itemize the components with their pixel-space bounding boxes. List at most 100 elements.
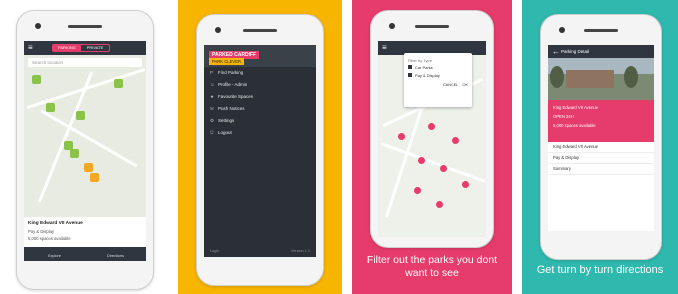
map-road bbox=[380, 142, 486, 183]
location-type: Pay & Display bbox=[28, 229, 55, 234]
camera-dot bbox=[35, 23, 41, 29]
drawer-item-label: Settings bbox=[218, 118, 235, 123]
drawer-item-label: Find Parking bbox=[218, 70, 244, 75]
parking-pin-orange[interactable] bbox=[84, 163, 93, 172]
camera-dot bbox=[215, 27, 221, 33]
parking-pin-pink[interactable] bbox=[414, 187, 421, 194]
option-label: Pay & Display bbox=[415, 73, 440, 78]
app-bar: ← Parking Detail bbox=[548, 45, 654, 58]
photo-tree bbox=[624, 66, 638, 88]
filter-option-car-parks[interactable]: Car Parks bbox=[408, 64, 468, 72]
location-title: King Edward VII Avenue bbox=[28, 221, 83, 226]
parking-pin-pink[interactable] bbox=[398, 133, 405, 140]
drawer-item-label: Push Notices bbox=[218, 106, 245, 111]
filter-option-pay-display[interactable]: Pay & Display bbox=[408, 72, 468, 80]
mail-icon: ✉ bbox=[210, 106, 214, 111]
phone-screen: PARKED CARDIFF PARK CLEVER P Find Parking… bbox=[204, 45, 316, 257]
parking-pin-orange[interactable] bbox=[90, 173, 99, 182]
parking-pin-pink[interactable] bbox=[452, 137, 459, 144]
filter-dialog: Filter by Type Car Parks Pay & Display C… bbox=[404, 53, 472, 107]
detail-row-summary: Summary bbox=[548, 164, 654, 175]
parking-pin-pink[interactable] bbox=[436, 201, 443, 208]
star-icon: ★ bbox=[210, 94, 215, 99]
speaker-grille bbox=[243, 29, 277, 32]
version-label: Version 1.1 bbox=[291, 249, 310, 253]
hamburger-menu-icon[interactable]: ≡ bbox=[382, 44, 387, 52]
phone-screen: ≡ Filter by Type Car Parks Pay & Display bbox=[378, 41, 486, 237]
drawer-item-label: Favourite Spaces bbox=[218, 94, 254, 99]
nav-directions[interactable]: Directions bbox=[85, 247, 146, 261]
drawer-item-find-parking[interactable]: P Find Parking bbox=[204, 67, 316, 79]
speaker-grille bbox=[68, 25, 102, 28]
detail-spaces: 5,000 spaces available bbox=[553, 123, 596, 128]
back-arrow-icon[interactable]: ← bbox=[552, 48, 560, 56]
phone-frame: PARKED CARDIFF PARK CLEVER P Find Parking… bbox=[196, 14, 324, 286]
drawer-item-profile[interactable]: ☺ Profile - Admin bbox=[204, 79, 316, 91]
caption-directions: Get turn by turn directions bbox=[536, 264, 664, 276]
drawer-footer: Login Version 1.1 bbox=[210, 249, 310, 253]
photo-building bbox=[566, 70, 614, 88]
caption-line: want to see bbox=[405, 267, 459, 279]
street-photo bbox=[548, 58, 654, 100]
parking-pin-pink[interactable] bbox=[418, 157, 425, 164]
location-info-card[interactable]: King Edward VII Avenue Pay & Display 5,0… bbox=[24, 217, 146, 247]
checkbox-icon[interactable] bbox=[408, 65, 412, 69]
screenshot-strip: ≡ PARKING PRIVATE Search location King E… bbox=[0, 0, 678, 294]
parking-pin-green[interactable] bbox=[114, 79, 123, 88]
tab-private[interactable]: PRIVATE bbox=[81, 45, 109, 51]
nav-explore[interactable]: Explore bbox=[24, 247, 85, 261]
drawer-item-logout[interactable]: ⎋ Logout bbox=[204, 127, 316, 139]
mode-toggle[interactable]: PARKING PRIVATE bbox=[52, 44, 110, 52]
drawer-item-favourites[interactable]: ★ Favourite Spaces bbox=[204, 91, 316, 103]
detail-summary: King Edward VII Avenue OPEN 24H 5,000 sp… bbox=[548, 100, 654, 142]
profile-icon: ☺ bbox=[210, 82, 215, 87]
search-input[interactable]: Search location bbox=[28, 58, 142, 67]
caption-line: Filter out the parks you dont bbox=[366, 254, 498, 266]
parking-pin-pink[interactable] bbox=[428, 123, 435, 130]
phone-frame: ≡ PARKING PRIVATE Search location King E… bbox=[16, 10, 154, 290]
panel-drawer: PARKED CARDIFF PARK CLEVER P Find Parking… bbox=[178, 0, 342, 294]
parking-pin-pink[interactable] bbox=[440, 165, 447, 172]
drawer-item-notices[interactable]: ✉ Push Notices bbox=[204, 103, 316, 115]
panel-filter: ≡ Filter by Type Car Parks Pay & Display bbox=[352, 0, 512, 294]
app-bar: ≡ PARKING PRIVATE bbox=[24, 41, 146, 55]
camera-dot bbox=[389, 23, 395, 29]
speaker-grille bbox=[415, 25, 449, 28]
camera-dot bbox=[559, 27, 565, 33]
detail-row-address[interactable]: King Edward VII Avenue bbox=[548, 142, 654, 153]
caption-filter: Filter out the parks you dont want to se… bbox=[352, 254, 512, 280]
parking-icon: P bbox=[210, 70, 214, 75]
phone-frame: ≡ Filter by Type Car Parks Pay & Display bbox=[370, 10, 494, 248]
speaker-grille bbox=[584, 29, 618, 32]
detail-name: King Edward VII Avenue bbox=[553, 105, 599, 110]
parking-pin-green[interactable] bbox=[46, 103, 55, 112]
page-title: Parking Detail bbox=[561, 49, 590, 54]
drawer-item-label: Logout bbox=[218, 130, 232, 135]
photo-tree bbox=[550, 66, 564, 88]
cancel-button[interactable]: CANCEL bbox=[443, 83, 458, 87]
panel-map: ≡ PARKING PRIVATE Search location King E… bbox=[0, 0, 168, 294]
checkbox-icon[interactable] bbox=[408, 73, 412, 77]
ok-button[interactable]: OK bbox=[463, 83, 469, 87]
filter-heading: Filter by Type bbox=[408, 58, 432, 63]
parking-pin-green[interactable] bbox=[32, 75, 41, 84]
phone-screen: ← Parking Detail King Edward VII Avenue … bbox=[548, 45, 654, 231]
parking-pin-green[interactable] bbox=[76, 111, 85, 120]
tab-parking[interactable]: PARKING bbox=[53, 45, 81, 51]
detail-hours: OPEN 24H bbox=[553, 114, 574, 119]
hamburger-menu-icon[interactable]: ≡ bbox=[28, 44, 33, 52]
map-area[interactable] bbox=[24, 67, 146, 217]
logout-icon: ⎋ bbox=[210, 130, 214, 135]
login-link[interactable]: Login bbox=[210, 249, 219, 253]
drawer-item-label: Profile - Admin bbox=[218, 82, 248, 87]
phone-screen: ≡ PARKING PRIVATE Search location King E… bbox=[24, 41, 146, 261]
parking-pin-green[interactable] bbox=[70, 149, 79, 158]
gear-icon: ⚙ bbox=[210, 118, 215, 123]
detail-row-type: Pay & Display bbox=[548, 153, 654, 164]
panel-detail: ← Parking Detail King Edward VII Avenue … bbox=[522, 0, 678, 294]
brand-tagline: PARK CLEVER bbox=[209, 58, 245, 65]
bottom-nav: Explore Directions bbox=[24, 247, 146, 261]
parking-pin-pink[interactable] bbox=[462, 181, 469, 188]
drawer-item-settings[interactable]: ⚙ Settings bbox=[204, 115, 316, 127]
option-label: Car Parks bbox=[415, 65, 433, 70]
